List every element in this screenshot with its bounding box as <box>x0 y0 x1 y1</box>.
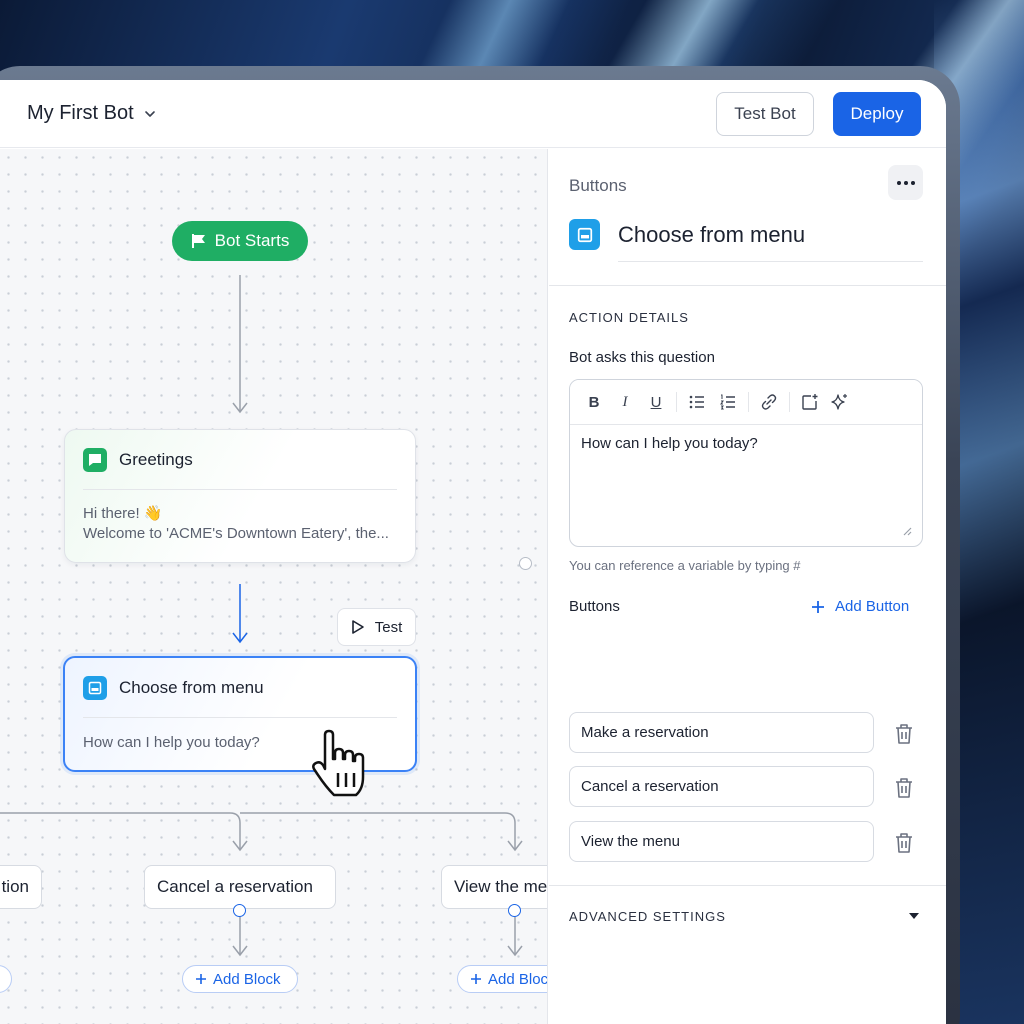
add-button-link[interactable]: Add Button <box>811 598 909 615</box>
button-option-text: View the menu <box>581 833 680 850</box>
deploy-button[interactable]: Deploy <box>833 92 921 136</box>
greetings-node-header: Greetings <box>83 448 397 472</box>
editor-toolbar: B I U <box>570 380 922 425</box>
test-bot-button[interactable]: Test Bot <box>716 92 814 136</box>
plus-icon <box>471 974 481 984</box>
add-block-label: Add Bloc <box>488 970 548 988</box>
bot-starts-label: Bot Starts <box>214 231 290 250</box>
add-button-label: Add Button <box>835 598 910 615</box>
test-node-button[interactable]: Test <box>337 608 416 646</box>
numbered-list-icon[interactable] <box>718 392 738 412</box>
more-options-button[interactable] <box>888 165 923 200</box>
option-node-label: View the me <box>454 877 548 896</box>
option-port[interactable] <box>508 904 521 917</box>
more-icon-dot <box>910 180 915 185</box>
node-port[interactable] <box>519 557 532 570</box>
panel-divider <box>549 285 946 286</box>
play-icon <box>351 620 364 634</box>
chevron-down-icon <box>144 110 155 117</box>
variable-hint: You can reference a variable by typing # <box>569 558 801 573</box>
option-node-label: tion <box>1 877 29 896</box>
link-icon[interactable] <box>759 392 779 412</box>
resize-handle-icon[interactable] <box>902 526 912 536</box>
flow-canvas[interactable]: Bot Starts Greetings Hi there! 👋 Welcome… <box>0 149 548 1024</box>
more-icon <box>896 180 901 185</box>
greetings-line-2: Welcome to 'ACME's Downtown Eatery', the… <box>83 525 389 542</box>
node-divider <box>83 489 397 490</box>
menu-block-icon <box>83 676 107 700</box>
button-option-field[interactable]: Cancel a reservation <box>569 766 874 807</box>
add-block-button[interactable]: Add Bloc <box>457 965 548 993</box>
toolbar-divider <box>748 392 749 412</box>
test-node-label: Test <box>374 618 403 636</box>
media-icon[interactable] <box>800 392 820 412</box>
add-block-button[interactable]: Add Block <box>182 965 298 993</box>
node-divider <box>83 717 397 718</box>
plus-icon <box>812 600 824 613</box>
trash-icon[interactable] <box>894 777 914 799</box>
toolbar-divider <box>676 392 677 412</box>
plus-icon <box>196 974 206 984</box>
button-option-field[interactable]: Make a reservation <box>569 712 874 753</box>
bot-starts-node[interactable]: Bot Starts <box>172 221 308 261</box>
panel-title-row: Choose from menu <box>569 219 922 250</box>
bullet-list-icon[interactable] <box>687 392 707 412</box>
question-editor[interactable]: B I U How can I help you today? <box>569 379 923 547</box>
bot-name: My First Bot <box>27 102 134 124</box>
greetings-line-1: Hi there! 👋 <box>83 505 163 522</box>
properties-panel: Buttons Choose from menu ACTION DETAILS … <box>549 149 946 1024</box>
menu-block-icon <box>569 219 600 250</box>
ai-sparkle-icon[interactable] <box>830 392 850 412</box>
bold-icon[interactable]: B <box>584 392 604 412</box>
trash-icon[interactable] <box>894 832 914 854</box>
button-option-field[interactable]: View the menu <box>569 821 874 862</box>
toolbar-divider <box>789 392 790 412</box>
advanced-settings-heading[interactable]: ADVANCED SETTINGS <box>569 909 726 924</box>
buttons-label: Buttons <box>569 598 620 615</box>
option-port[interactable] <box>233 904 246 917</box>
action-details-heading: ACTION DETAILS <box>569 310 689 325</box>
add-block-label: Add Block <box>213 970 281 988</box>
question-text[interactable]: How can I help you today? <box>581 435 758 452</box>
italic-icon[interactable]: I <box>615 392 635 412</box>
question-label: Bot asks this question <box>569 349 715 366</box>
panel-title[interactable]: Choose from menu <box>618 222 805 248</box>
panel-breadcrumb: Buttons <box>569 176 627 195</box>
more-icon-dot <box>903 180 908 185</box>
panel-divider <box>549 885 946 886</box>
option-node-make-reservation[interactable]: tion <box>0 865 42 909</box>
chat-icon <box>83 448 107 472</box>
greetings-node-title: Greetings <box>119 450 193 469</box>
button-option-text: Make a reservation <box>581 724 709 741</box>
option-node-cancel-reservation[interactable]: Cancel a reservation <box>144 865 336 909</box>
greetings-node-body: Hi there! 👋 Welcome to 'ACME's Downtown … <box>83 504 397 544</box>
flag-icon <box>191 234 205 248</box>
menu-node-header: Choose from menu <box>83 676 397 700</box>
top-bar: My First Bot Test Bot Deploy <box>0 80 946 148</box>
hand-cursor-icon <box>312 729 365 797</box>
chevron-down-icon[interactable] <box>909 913 919 919</box>
option-node-label: Cancel a reservation <box>157 877 313 896</box>
greetings-node[interactable]: Greetings Hi there! 👋 Welcome to 'ACME's… <box>64 429 416 563</box>
title-underline <box>618 261 923 262</box>
trash-icon[interactable] <box>894 723 914 745</box>
menu-node-title: Choose from menu <box>119 678 264 697</box>
option-node-view-menu[interactable]: View the me <box>441 865 548 909</box>
bot-selector[interactable]: My First Bot <box>27 102 156 125</box>
app-window: My First Bot Test Bot Deploy Bot Starts … <box>0 80 946 1024</box>
underline-icon[interactable]: U <box>646 392 666 412</box>
button-option-text: Cancel a reservation <box>581 778 719 795</box>
